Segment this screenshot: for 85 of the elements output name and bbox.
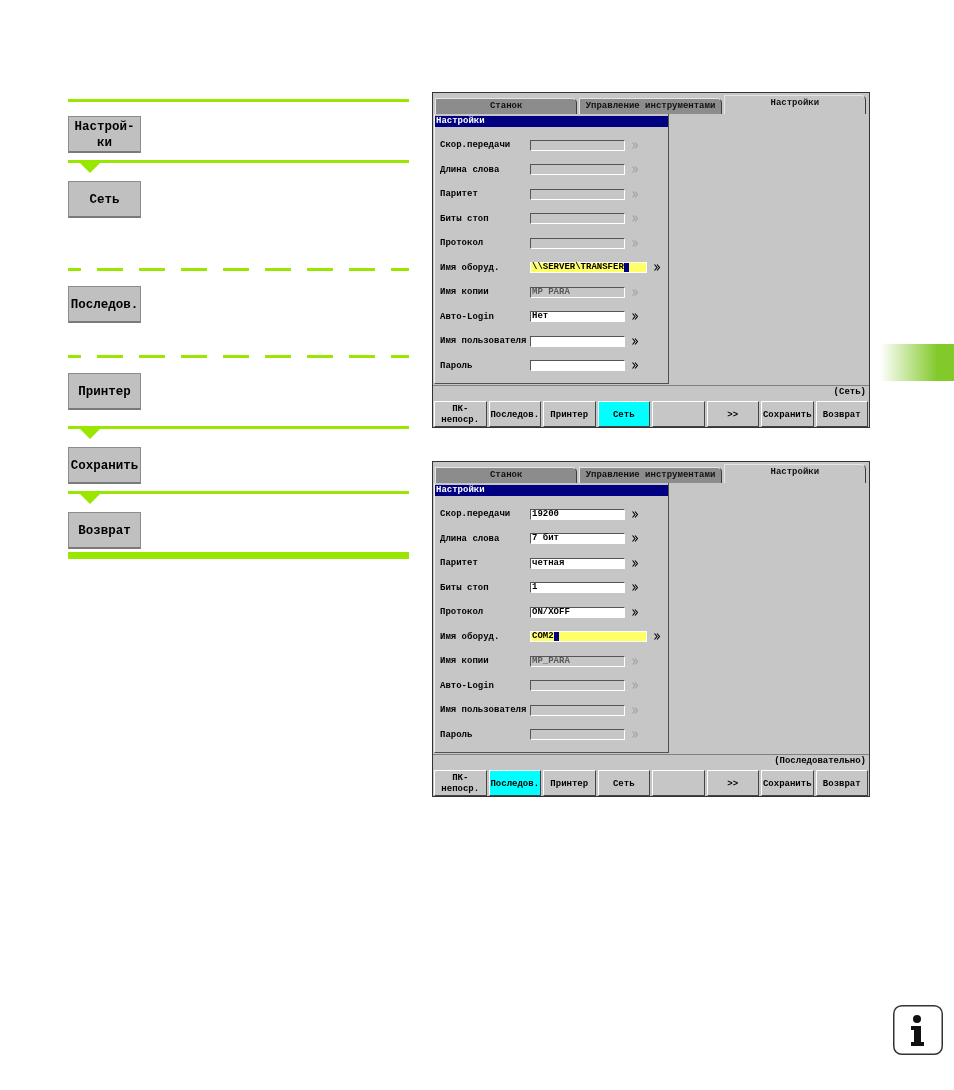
input-field[interactable]: 1 — [530, 582, 625, 594]
softkey-button[interactable]: Настрой- ки — [68, 116, 141, 153]
softkey-button[interactable]: Сеть — [597, 401, 650, 427]
field-label: Имя оборуд. — [440, 262, 501, 273]
input-field[interactable]: COM2 — [530, 631, 647, 643]
double-chevron-icon — [632, 535, 638, 543]
field-label: Протокол — [440, 607, 485, 618]
softkey-button[interactable]: Принтер — [543, 770, 596, 796]
double-chevron-icon — [632, 657, 638, 665]
softkey-button[interactable]: ПК- непоср. — [434, 770, 487, 796]
field-label: Пароль — [440, 360, 474, 371]
tab[interactable]: Настройки — [723, 95, 866, 114]
field-label: Имя оборуд. — [440, 631, 501, 642]
field-label: Пароль — [440, 729, 474, 740]
field-label: Паритет — [440, 558, 479, 569]
softkey-button[interactable]: Принтер — [543, 401, 596, 427]
softkey-button[interactable]: Последов. — [68, 286, 141, 323]
softkey-button[interactable]: Последов. — [488, 770, 541, 796]
double-chevron-icon — [632, 215, 638, 223]
softkey-button[interactable]: Последов. — [488, 401, 541, 427]
double-chevron-icon — [632, 559, 638, 567]
tab[interactable]: Станок — [435, 98, 578, 114]
input-field[interactable]: \\SERVER\TRANSFER — [530, 262, 647, 274]
text-cursor-icon — [623, 263, 629, 273]
input-field[interactable]: четная — [530, 557, 625, 569]
field-label: Имя копии — [440, 656, 490, 667]
tab[interactable]: Управление инструментами — [579, 467, 722, 483]
field-label: Скор.передачи — [440, 140, 512, 151]
status-text: (Сеть) — [833, 387, 866, 397]
softkey-button[interactable]: >> — [706, 770, 759, 796]
softkey-button[interactable]: Принтер — [68, 373, 141, 410]
field-label: Биты стоп — [440, 213, 490, 224]
tab[interactable]: Станок — [435, 467, 578, 483]
double-chevron-icon — [632, 166, 638, 174]
tab[interactable]: Управление инструментами — [579, 98, 722, 114]
double-chevron-icon — [654, 264, 660, 272]
input-field[interactable]: 19200 — [530, 508, 625, 520]
double-chevron-icon — [632, 510, 638, 518]
double-chevron-icon — [632, 337, 638, 345]
softkey-button[interactable]: ПК- непоср. — [434, 401, 487, 427]
softkey-button[interactable]: Возврат — [815, 401, 868, 427]
field-label: Имя пользователя — [440, 705, 528, 716]
input-field[interactable]: 7 бит — [530, 533, 625, 545]
double-chevron-icon — [632, 190, 638, 198]
double-chevron-icon — [632, 706, 638, 714]
panel-title-bar: Настройки — [435, 116, 668, 127]
input-field[interactable] — [530, 335, 625, 347]
input-field[interactable]: Нет — [530, 311, 625, 323]
field-label: Паритет — [440, 189, 479, 200]
input-field[interactable]: ON/XOFF — [530, 606, 625, 618]
softkey-button[interactable] — [652, 770, 705, 796]
double-chevron-icon — [632, 141, 638, 149]
tab[interactable]: Настройки — [723, 464, 866, 483]
double-chevron-icon — [632, 608, 638, 616]
field-label: Авто-Login — [440, 311, 495, 322]
double-chevron-icon — [632, 288, 638, 296]
double-chevron-icon — [632, 362, 638, 370]
field-label: Имя копии — [440, 287, 490, 298]
softkey-button[interactable]: Сеть — [68, 181, 141, 218]
double-chevron-icon — [632, 239, 638, 247]
field-label: Длина слова — [440, 164, 501, 175]
double-chevron-icon — [654, 633, 660, 641]
double-chevron-icon — [632, 731, 638, 739]
field-label: Биты стоп — [440, 582, 490, 593]
softkey-button[interactable] — [652, 401, 705, 427]
double-chevron-icon — [632, 682, 638, 690]
softkey-button[interactable]: Возврат — [815, 770, 868, 796]
field-label: Скор.передачи — [440, 509, 512, 520]
info-icon — [893, 1005, 943, 1055]
field-label: Имя пользователя — [440, 336, 528, 347]
field-label: Протокол — [440, 238, 485, 249]
double-chevron-icon — [632, 584, 638, 592]
softkey-button[interactable]: >> — [706, 401, 759, 427]
softkey-button[interactable]: Сохранить — [68, 447, 141, 484]
softkey-button[interactable]: Сохранить — [761, 770, 814, 796]
softkey-button[interactable]: Возврат — [68, 512, 141, 549]
status-text: (Последовательно) — [774, 756, 866, 766]
softkey-button[interactable]: Сохранить — [761, 401, 814, 427]
panel-title-bar: Настройки — [435, 485, 668, 496]
double-chevron-icon — [632, 313, 638, 321]
input-field[interactable] — [530, 360, 625, 372]
text-cursor-icon — [553, 632, 559, 642]
field-label: Авто-Login — [440, 680, 495, 691]
field-label: Длина слова — [440, 533, 501, 544]
softkey-button[interactable]: Сеть — [597, 770, 650, 796]
